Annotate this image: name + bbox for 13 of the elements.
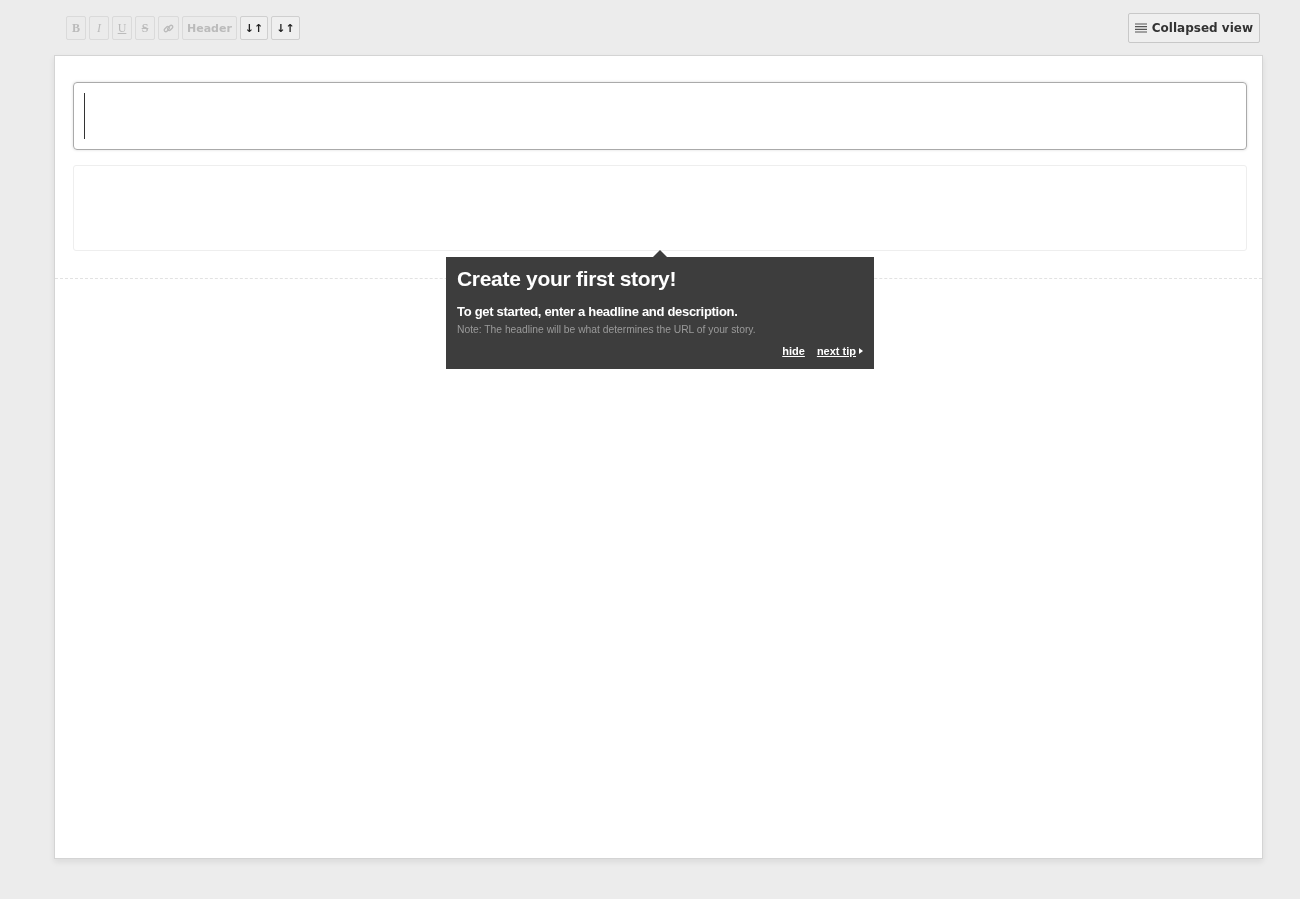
headline-field[interactable] [73, 82, 1247, 150]
format-button[interactable]: ↓↑ [271, 16, 300, 40]
menu-icon [1134, 23, 1147, 33]
tooltip-note: Note: The headline will be what determines the URL of your story. [457, 324, 757, 335]
format-button[interactable]: ↓↑ [239, 16, 269, 40]
hide-link[interactable]: hide [782, 345, 805, 357]
description-field[interactable] [73, 165, 1247, 251]
next-tip-link[interactable]: next tip [816, 345, 863, 357]
triangle-icon [859, 348, 863, 354]
tooltip-title: Create your first story! [457, 267, 678, 291]
tooltip-text: To get started, enter a headline and description. [457, 304, 739, 319]
link-icon [163, 22, 174, 34]
collapsed-view-button[interactable]: Collapsed view [1127, 13, 1260, 43]
